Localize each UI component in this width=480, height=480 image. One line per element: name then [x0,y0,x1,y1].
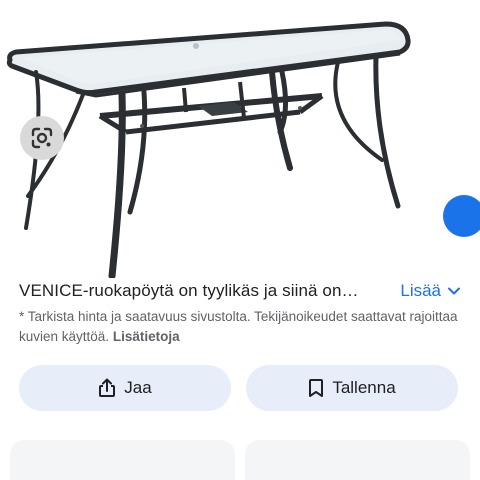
description-row: VENICE-ruokapöytä on tyylikäs ja siinä o… [19,279,461,303]
bookmark-icon [309,379,324,397]
share-icon [99,378,116,397]
related-result-card[interactable] [245,440,470,480]
google-lens-icon [31,127,53,149]
image-result-page: VENICE-ruokapöytä on tyylikäs ja siinä o… [0,0,480,480]
disclaimer: * Tarkista hinta ja saatavuus sivustolta… [19,307,459,347]
related-result-card[interactable] [10,440,235,480]
more-label: Lisää [400,281,441,300]
disclaimer-text: * Tarkista hinta ja saatavuus sivustolta… [19,309,458,344]
google-lens-button[interactable] [20,116,64,160]
save-button[interactable]: Tallenna [246,365,458,411]
learn-more-link[interactable]: Lisätietoja [113,329,180,344]
share-label: Jaa [124,378,152,397]
product-description[interactable]: VENICE-ruokapöytä on tyylikäs ja siinä o… [19,281,359,301]
share-button[interactable]: Jaa [19,365,231,411]
save-label: Tallenna [332,378,396,397]
more-button[interactable]: Lisää [400,281,461,301]
glass-table-image [6,21,411,278]
chevron-down-icon [448,287,460,295]
product-image[interactable] [0,0,480,278]
next-image-tab[interactable] [443,195,480,237]
